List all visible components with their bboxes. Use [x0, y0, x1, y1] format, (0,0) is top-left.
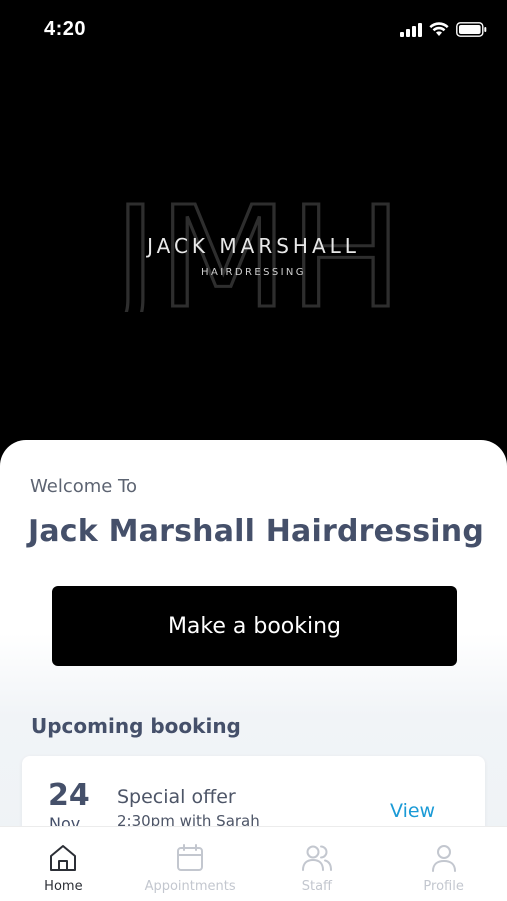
tab-staff-label: Staff: [301, 879, 333, 894]
signal-icon: [400, 22, 422, 37]
make-booking-button[interactable]: Make a booking: [52, 586, 457, 666]
tab-appointments-label: Appointments: [144, 879, 236, 894]
view-booking-link[interactable]: View: [390, 800, 435, 822]
shop-name: Jack Marshall Hairdressing: [28, 514, 485, 549]
brand-subtitle: HAIRDRESSING: [201, 267, 306, 278]
battery-icon: [456, 22, 487, 37]
tab-profile[interactable]: Profile: [380, 827, 507, 901]
calendar-icon: [175, 843, 205, 873]
tab-staff[interactable]: Staff: [254, 827, 381, 901]
booking-title: Special offer: [117, 786, 236, 808]
users-icon: [301, 843, 333, 873]
tab-home[interactable]: Home: [0, 827, 127, 901]
status-bar: 4:20: [0, 0, 507, 62]
tab-home-label: Home: [44, 879, 83, 894]
wifi-icon: [429, 22, 449, 37]
home-icon: [48, 843, 78, 873]
status-icons: [400, 22, 487, 37]
booking-day: 24: [48, 778, 90, 813]
hero-banner: JMH JACK MARSHALL HAIRDRESSING: [0, 62, 507, 442]
brand-title: JACK MARSHALL: [147, 234, 360, 258]
tab-appointments[interactable]: Appointments: [127, 827, 254, 901]
status-time: 4:20: [44, 18, 87, 40]
user-icon: [429, 843, 459, 873]
tab-profile-label: Profile: [423, 879, 464, 894]
upcoming-booking-title: Upcoming booking: [31, 714, 241, 738]
bottom-tab-bar: Home Appointments Staff Profile: [0, 826, 507, 901]
welcome-label: Welcome To: [30, 476, 138, 497]
